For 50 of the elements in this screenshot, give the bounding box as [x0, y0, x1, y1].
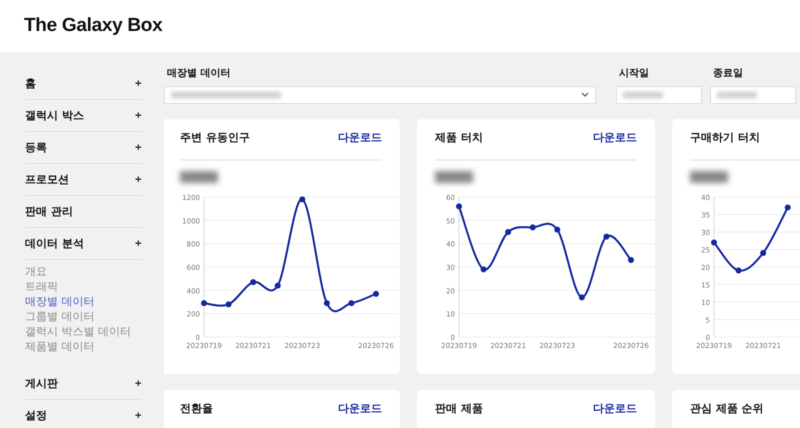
download-link[interactable]: 다운로드 — [338, 130, 382, 145]
card-title: 제품 터치 — [435, 130, 483, 145]
data-point — [250, 279, 256, 286]
start-date-field[interactable] — [616, 86, 702, 104]
submenu-item[interactable]: 매장별 데이터 — [25, 294, 142, 309]
end-date-field[interactable] — [710, 86, 796, 104]
data-point — [456, 203, 462, 210]
data-point — [760, 250, 766, 256]
data-point — [603, 234, 610, 240]
data-point — [784, 204, 791, 210]
data-point — [274, 282, 281, 289]
sidebar-item[interactable]: 갤럭시 박스 + — [25, 100, 142, 132]
start-date-label: 시작일 — [618, 68, 650, 80]
data-point — [711, 240, 717, 246]
data-point — [554, 226, 560, 233]
data-point — [480, 266, 487, 272]
download-link[interactable]: 다운로드 — [593, 130, 637, 145]
data-point — [226, 301, 232, 308]
data-point — [578, 294, 585, 300]
blurred-value — [690, 171, 728, 183]
store-select[interactable] — [164, 86, 596, 104]
sidebar-item[interactable]: 데이터 분석 + — [25, 228, 142, 260]
end-date-label: 종료일 — [712, 68, 744, 80]
site-title: The Galaxy Box — [24, 15, 162, 37]
store-label: 매장별 데이터 — [166, 68, 232, 80]
data-point — [299, 196, 306, 202]
card-title: 관심 제품 순위 — [690, 401, 764, 416]
data-point — [373, 290, 379, 297]
download-link[interactable]: 다운로드 — [338, 401, 382, 416]
sidebar-item[interactable]: 설정 + — [25, 400, 142, 428]
sidebar-item[interactable]: 게시판 + — [25, 368, 142, 400]
sidebar-item[interactable]: 프로모션 + — [25, 164, 142, 196]
blurred-value — [435, 171, 473, 183]
blurred-value — [180, 171, 218, 183]
data-point — [530, 224, 536, 230]
data-point — [348, 300, 354, 306]
sidebar-item[interactable]: 홈 + — [25, 68, 142, 100]
card-title: 구매하기 터치 — [690, 130, 760, 145]
data-point — [628, 257, 634, 263]
card-title: 판매 제품 — [435, 401, 483, 416]
data-point — [201, 300, 207, 306]
card-title: 전환율 — [180, 401, 213, 416]
data-point — [736, 268, 742, 274]
chevron-down-icon — [581, 92, 589, 98]
sidebar-item[interactable]: 등록 + — [25, 132, 142, 164]
card-title: 주변 유동인구 — [180, 130, 250, 145]
download-link[interactable]: 다운로드 — [593, 401, 637, 416]
data-point — [505, 229, 512, 235]
data-point — [324, 300, 330, 306]
sidebar-item[interactable]: 판매 관리 — [25, 196, 142, 228]
